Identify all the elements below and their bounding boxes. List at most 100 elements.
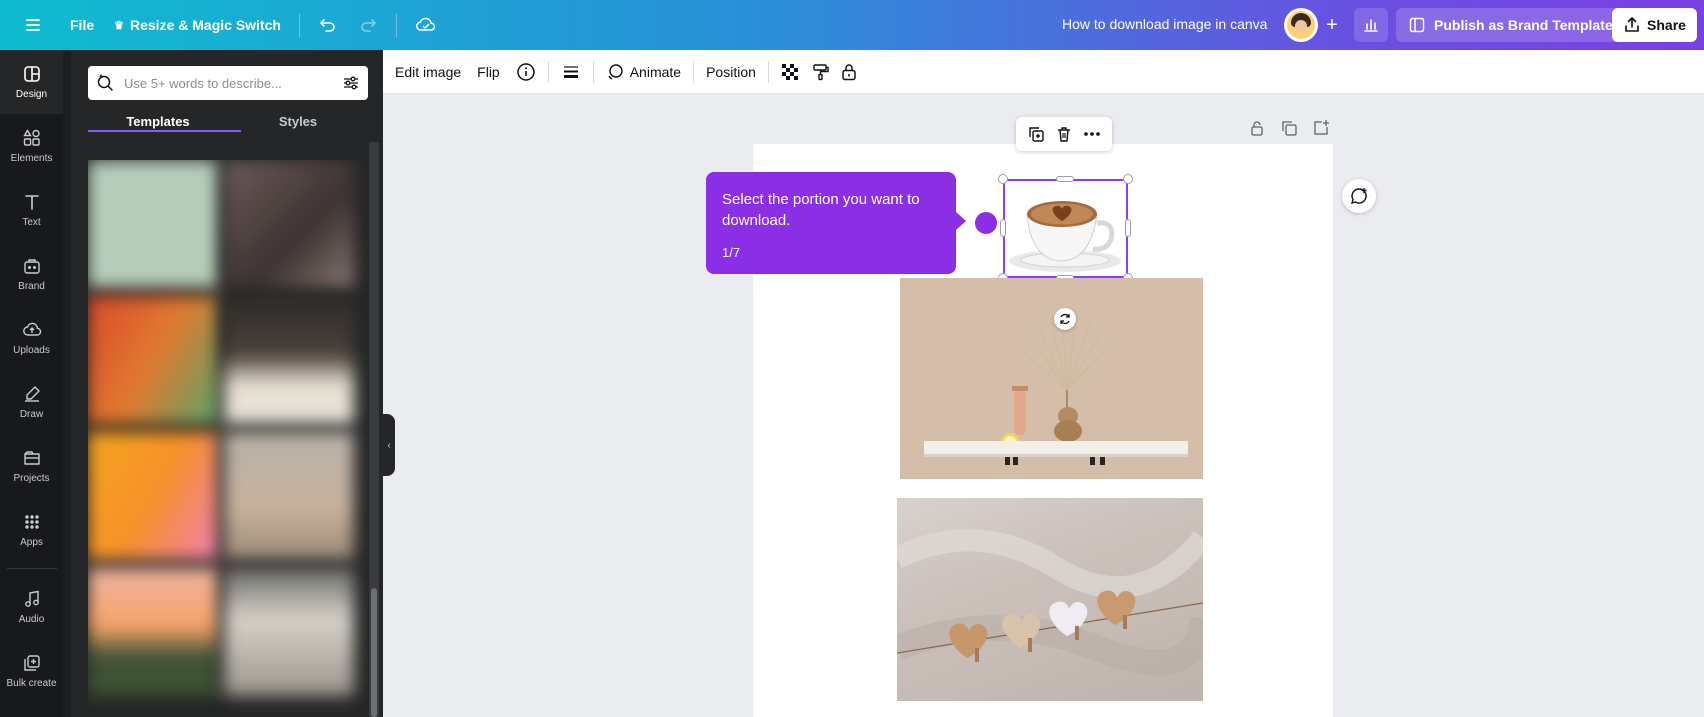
resize-handle-top-left[interactable] <box>998 174 1008 184</box>
crown-icon: ♛ <box>114 19 124 32</box>
save-status-button[interactable] <box>405 8 447 42</box>
resize-handle-top-right[interactable] <box>1123 174 1133 184</box>
lock-page-icon[interactable] <box>1247 118 1267 138</box>
divider <box>592 60 594 83</box>
rail-item-text[interactable]: Text <box>0 178 63 242</box>
divider <box>767 60 769 83</box>
animate-label: Animate <box>629 63 682 80</box>
share-label: Share <box>1647 17 1686 33</box>
rail-item-elements[interactable]: Elements <box>0 114 63 178</box>
copy-style-button[interactable] <box>807 56 835 88</box>
brand-icon <box>23 259 40 274</box>
paper-hearts-illustration <box>897 529 1203 676</box>
design-icon <box>23 66 40 82</box>
lock-button[interactable] <box>835 56 863 88</box>
info-button[interactable] <box>508 56 544 88</box>
share-button[interactable]: Share <box>1612 8 1697 42</box>
tooltip-hotspot[interactable] <box>975 212 997 234</box>
audio-icon <box>24 590 39 607</box>
avatar[interactable] <box>1284 8 1318 42</box>
border-style-button[interactable] <box>553 56 589 88</box>
elements-icon <box>22 129 40 146</box>
rail-item-audio[interactable]: Audio <box>0 575 63 639</box>
rail-label: Apps <box>20 537 43 548</box>
menu-button[interactable] <box>14 8 52 42</box>
templates-panel: Templates Styles <box>63 50 383 717</box>
file-menu[interactable]: File <box>60 8 104 42</box>
invite-button[interactable]: + <box>1318 11 1346 39</box>
duplicate-page-icon[interactable] <box>1279 118 1299 138</box>
uploads-icon <box>22 322 41 336</box>
more-icon[interactable] <box>1082 124 1102 144</box>
template-search-input[interactable] <box>124 75 332 91</box>
vase-plant-illustration <box>900 278 1203 479</box>
plus-icon: + <box>1326 13 1338 36</box>
edit-image-button[interactable]: Edit image <box>387 56 469 88</box>
divider <box>6 568 57 569</box>
rail-item-uploads[interactable]: Uploads <box>0 306 63 370</box>
rail-item-bulk-create[interactable]: Bulk create <box>0 639 63 703</box>
vase-plant-image[interactable] <box>900 278 1203 479</box>
comment-plus-icon <box>1350 188 1367 205</box>
rail-label: Projects <box>13 473 50 484</box>
template-thumbnail[interactable] <box>88 432 218 560</box>
flip-button[interactable]: Flip <box>469 56 508 88</box>
resize-magic-switch-button[interactable]: ♛ Resize & Magic Switch <box>104 8 291 42</box>
template-search-bar[interactable] <box>88 66 368 100</box>
onboarding-tooltip: Select the portion you want to download.… <box>706 172 966 274</box>
rail-item-draw[interactable]: Draw <box>0 370 63 434</box>
redo-icon <box>361 19 376 32</box>
transparency-button[interactable] <box>773 56 807 88</box>
publish-brand-template-button[interactable]: Publish as Brand Template <box>1396 8 1625 42</box>
rotate-icon <box>1060 313 1070 325</box>
template-thumbnail[interactable] <box>88 568 218 696</box>
add-page-icon[interactable] <box>1311 118 1331 138</box>
copy-icon[interactable] <box>1026 124 1046 144</box>
undo-button[interactable] <box>308 8 348 42</box>
rotate-button[interactable] <box>1054 308 1076 330</box>
info-icon <box>516 62 535 81</box>
element-floating-toolbar <box>1016 117 1112 151</box>
context-toolbar: Edit image Flip Animate Position <box>383 50 1704 94</box>
draw-icon <box>24 386 40 402</box>
rail-label: Design <box>15 89 48 100</box>
chevron-left-icon: ‹ <box>387 439 391 451</box>
template-thumbnail[interactable] <box>224 568 354 696</box>
rail-item-apps[interactable]: Apps <box>0 498 63 562</box>
document-title[interactable]: How to download image in canva <box>1062 16 1267 32</box>
bulk-create-icon <box>23 655 40 671</box>
template-thumbnail[interactable] <box>88 296 218 424</box>
avatar-image <box>1287 11 1315 39</box>
left-rail: Design Elements Text Brand Uploads Draw … <box>0 50 63 717</box>
rail-label: Text <box>22 217 41 228</box>
resize-handle-top[interactable] <box>1056 176 1074 182</box>
template-thumbnail[interactable] <box>224 160 354 288</box>
redo-button[interactable] <box>348 8 388 42</box>
add-comment-button[interactable] <box>1342 179 1376 213</box>
resize-handle-left[interactable] <box>1000 219 1006 237</box>
animate-button[interactable]: Animate <box>598 56 689 88</box>
share-icon <box>1625 17 1639 32</box>
rail-label: Uploads <box>13 345 50 356</box>
resize-handle-right[interactable] <box>1125 219 1131 237</box>
rail-label: Brand <box>18 281 45 292</box>
filter-icon[interactable] <box>342 74 360 92</box>
paper-hearts-image[interactable] <box>897 498 1203 701</box>
top-bar: File ♛ Resize & Magic Switch How to down… <box>0 0 1704 50</box>
trash-icon[interactable] <box>1054 124 1074 144</box>
hamburger-icon <box>26 19 40 31</box>
position-button[interactable]: Position <box>698 56 764 88</box>
panel-scrollbar-thumb[interactable] <box>371 588 377 717</box>
rail-item-projects[interactable]: Projects <box>0 434 63 498</box>
insights-button[interactable] <box>1354 8 1388 42</box>
rail-item-brand[interactable]: Brand <box>0 242 63 306</box>
collapse-panel-button[interactable]: ‹ <box>383 414 395 476</box>
publish-label: Publish as Brand Template <box>1434 17 1613 33</box>
tooltip-step-counter: 1/7 <box>722 245 741 260</box>
template-thumbnail[interactable] <box>224 432 354 560</box>
panel-divider <box>63 50 71 717</box>
template-thumbnail[interactable] <box>88 160 218 288</box>
template-thumbnail[interactable] <box>224 296 354 424</box>
transparency-icon <box>781 63 798 80</box>
rail-item-design[interactable]: Design <box>0 50 63 114</box>
